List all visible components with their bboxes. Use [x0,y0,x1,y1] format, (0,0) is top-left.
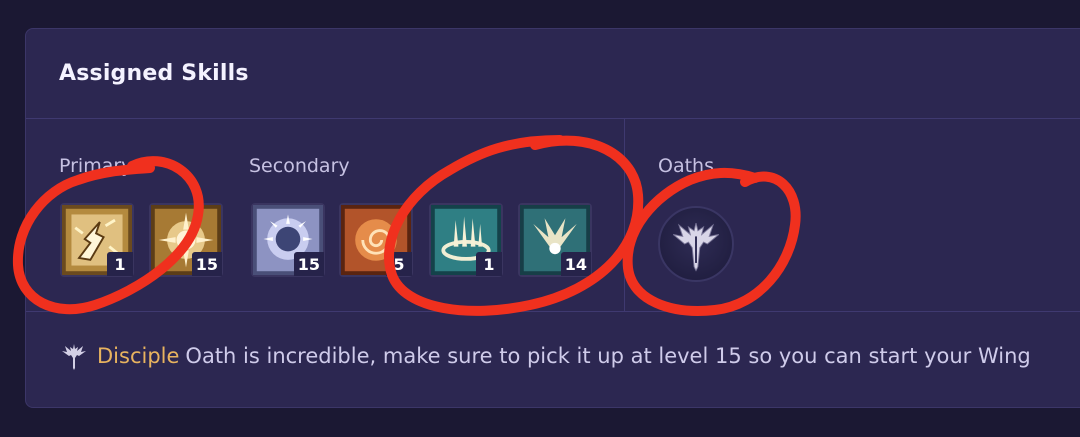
skill-rank-badge: 15 [191,252,222,276]
oath-name-highlight: Disciple [97,344,180,368]
winged-emblem-icon [62,344,86,370]
skill-rank-badge: 5 [386,252,412,276]
winged-emblem-icon [672,223,720,272]
skill-slot-holy-burst[interactable]: 15 [149,203,223,277]
skill-rank-badge: 1 [107,252,133,276]
tip-text: Oath is incredible, make sure to pick it… [185,344,1031,368]
skill-slot-lightning-chain[interactable]: 1 [60,203,134,277]
skill-rank-badge: 15 [293,252,324,276]
group-label-oaths: Oaths [658,155,714,177]
group-divider [624,119,625,311]
assigned-skills-panel: Assigned Skills Primary Secondary Oaths … [25,28,1080,408]
skill-slot-spiral-flame[interactable]: 5 [339,203,413,277]
oath-tip: Disciple Oath is incredible, make sure t… [61,341,1031,371]
skill-slot-radiant-shield[interactable]: 15 [251,203,325,277]
panel-title: Assigned Skills [59,61,249,86]
skill-rank-badge: 1 [476,252,502,276]
group-label-secondary: Secondary [249,155,350,177]
panel-header: Assigned Skills [26,29,1080,119]
group-label-primary: Primary [59,155,133,177]
skill-slot-wing-burst[interactable]: 14 [518,203,592,277]
skills-row: Primary Secondary Oaths 1 15 15 5 1 14 [26,119,1080,312]
skill-rank-badge: 14 [560,252,591,276]
skill-slot-spear-circle[interactable]: 1 [429,203,503,277]
oath-slot-disciple[interactable] [658,206,734,282]
